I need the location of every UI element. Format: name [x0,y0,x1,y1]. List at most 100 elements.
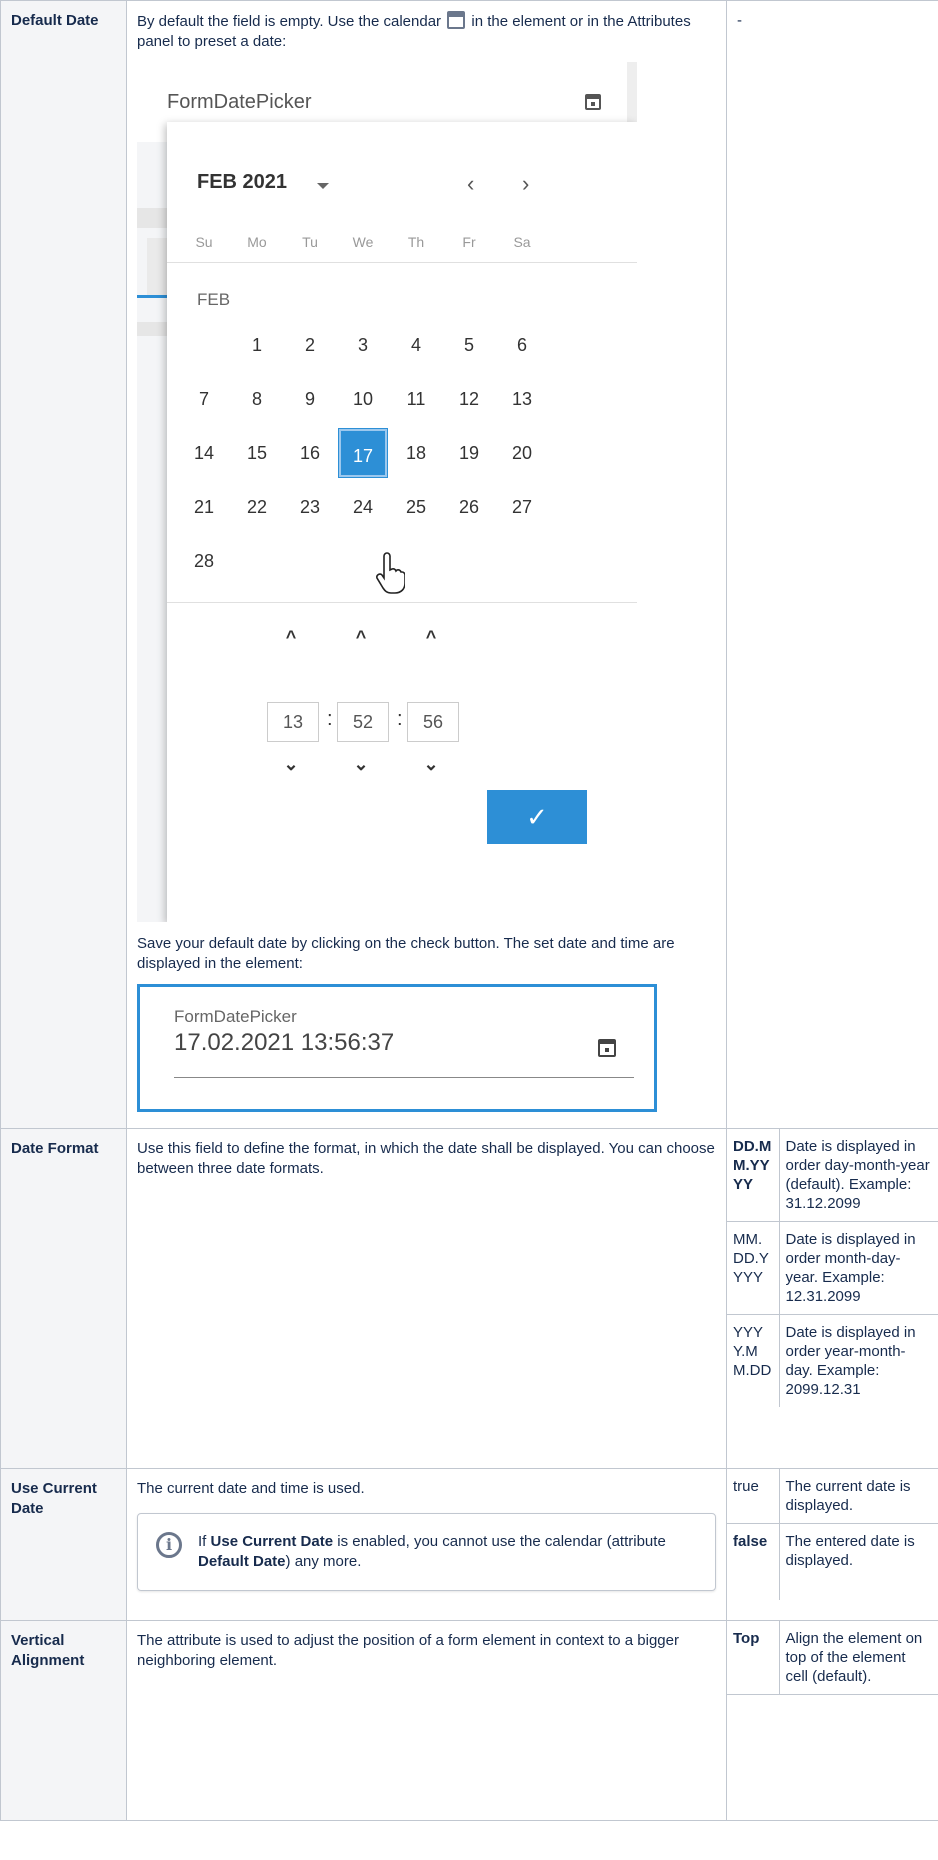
calendar-popup: FEB 2021 ‹ › Su Mo Tu We Th Fr Sa FEB 12… [167,122,637,922]
option-key: MM.DD.YYYY [727,1221,780,1315]
minute-down-button[interactable]: ⌄ [341,754,381,774]
day-cell[interactable]: 5 [442,318,496,372]
day-cell[interactable]: 10 [336,372,390,426]
day-cell[interactable]: 27 [495,480,549,534]
prev-month-button[interactable]: ‹ [467,173,474,195]
day-cell[interactable]: 12 [442,372,496,426]
day-cell[interactable]: 13 [495,372,549,426]
attr-desc-use-current-date: The current date and time is used. i If … [126,1468,727,1621]
datepicker-result-value: 17.02.2021 13:56:37 [174,1029,395,1056]
calendar-icon [447,11,466,29]
datepicker-result-field[interactable]: FormDatePicker 17.02.2021 13:56:37 [137,984,657,1112]
day-cell[interactable]: 2 [283,318,337,372]
option-row: false The entered date is displayed. [727,1523,938,1600]
day-cell[interactable]: 1 [230,318,284,372]
second-down-button[interactable]: ⌄ [411,754,451,774]
day-cell[interactable]: 16 [283,426,337,480]
hour-down-button[interactable]: ⌄ [271,754,311,774]
weekday-label: Fr [462,234,476,250]
info-note: i If Use Current Date is enabled, you ca… [137,1513,716,1591]
attr-name-date-format: Date Format [0,1128,127,1469]
option-key: YYYY.MM.DD [727,1314,780,1407]
row-vertical-alignment: Vertical Alignment The attribute is used… [0,1620,938,1821]
day-cell[interactable]: 23 [283,480,337,534]
option-desc: Date is displayed in order year-month-da… [785,1324,916,1398]
option-key: true [727,1469,780,1524]
next-month-button[interactable]: › [522,173,529,195]
weekday-label: Su [195,234,213,250]
attr-desc-default-date: By default the field is empty. Use the c… [126,0,727,1129]
minute-input[interactable]: 52 [337,702,389,742]
option-desc: Date is displayed in order day-month-yea… [779,1129,938,1222]
attr-name-vertical-alignment: Vertical Alignment [0,1620,127,1821]
attr-name-use-current-date: Use Current Date [0,1468,127,1621]
day-cell[interactable]: 4 [389,318,443,372]
option-row: DD.MM.YYYY Date is displayed in order da… [727,1129,938,1222]
day-cell[interactable]: 25 [389,480,443,534]
calendar-icon[interactable] [598,1039,616,1057]
datepicker-result-label: FormDatePicker [174,1007,297,1026]
calendar-icon[interactable] [585,94,601,110]
day-cell[interactable]: 24 [336,480,390,534]
weekday-label: Th [407,234,425,250]
default-date-text: By default the field is empty. Use the c… [137,11,716,52]
note-bold: Use Current Date [210,1533,334,1550]
attr-values-default-date: - [726,0,938,1129]
day-cell[interactable]: 6 [495,318,549,372]
day-cell[interactable]: 26 [442,480,496,534]
option-desc: Align the element on top of the element … [779,1621,938,1695]
attr-name-default-date: Default Date [0,0,127,1129]
divider [167,262,637,263]
day-cell[interactable]: 22 [230,480,284,534]
option-desc: Date is displayed in order month-day-yea… [779,1221,938,1315]
day-cell[interactable]: 19 [442,426,496,480]
note-text: ) any more. [285,1553,362,1570]
day-cell[interactable]: 21 [177,480,231,534]
day-cell[interactable]: 18 [389,426,443,480]
attr-values-use-current-date: true The current date is displayed. fals… [726,1468,938,1621]
day-cell[interactable]: 3 [336,318,390,372]
time-separator: : [397,708,403,730]
caret-down-icon[interactable] [317,183,329,189]
month-year-selector[interactable]: FEB 2021 [197,172,287,192]
attr-values-vertical-alignment: Top Align the element on top of the elem… [726,1620,938,1821]
note-text: is enabled, you cannot use the calendar … [333,1533,666,1550]
info-icon: i [156,1532,182,1558]
datepicker-screenshot: FormDatePicker FEB 2021 ‹ › Su Mo Tu We [137,62,637,922]
option-key: DD.MM.YYYY [727,1129,780,1222]
day-cell[interactable]: 8 [230,372,284,426]
weekday-label: Tu [302,234,318,250]
day-cell[interactable]: 14 [177,426,231,480]
hour-up-button[interactable]: ^ [271,627,311,647]
confirm-check-button[interactable]: ✓ [487,790,587,844]
option-key: Top [727,1621,780,1695]
use-current-date-options: true The current date is displayed. fals… [727,1469,938,1600]
day-cell-selected[interactable]: 17 [339,429,387,477]
hand-cursor-icon [376,552,405,594]
default-date-text-a: By default the field is empty. Use the c… [137,13,442,30]
vertical-alignment-options: Top Align the element on top of the elem… [727,1621,938,1695]
second-input[interactable]: 56 [407,702,459,742]
day-cell[interactable]: 28 [177,534,231,588]
day-cell[interactable]: 15 [230,426,284,480]
date-format-options: DD.MM.YYYY Date is displayed in order da… [727,1129,938,1407]
day-cell[interactable]: 11 [389,372,443,426]
save-instruction-text: Save your default date by clicking on th… [137,935,675,972]
second-up-button[interactable]: ^ [411,627,451,647]
day-cell[interactable]: 9 [283,372,337,426]
day-cell[interactable]: 20 [495,426,549,480]
hour-input[interactable]: 13 [267,702,319,742]
attributes-table: Default Date By default the field is emp… [0,0,938,1821]
value-dash: - [737,12,742,29]
row-default-date: Default Date By default the field is emp… [0,0,938,1129]
use-current-date-text: The current date and time is used. [137,1480,365,1497]
day-cell[interactable]: 7 [177,372,231,426]
input-underline [174,1077,634,1078]
option-row: true The current date is displayed. [727,1469,938,1524]
attribute-table-page: Default Date By default the field is emp… [0,0,938,1860]
minute-up-button[interactable]: ^ [341,627,381,647]
row-date-format: Date Format Use this field to define the… [0,1128,938,1469]
divider [167,602,637,603]
attr-desc-vertical-alignment: The attribute is used to adjust the posi… [126,1620,727,1821]
note-bold: Default Date [198,1553,286,1570]
